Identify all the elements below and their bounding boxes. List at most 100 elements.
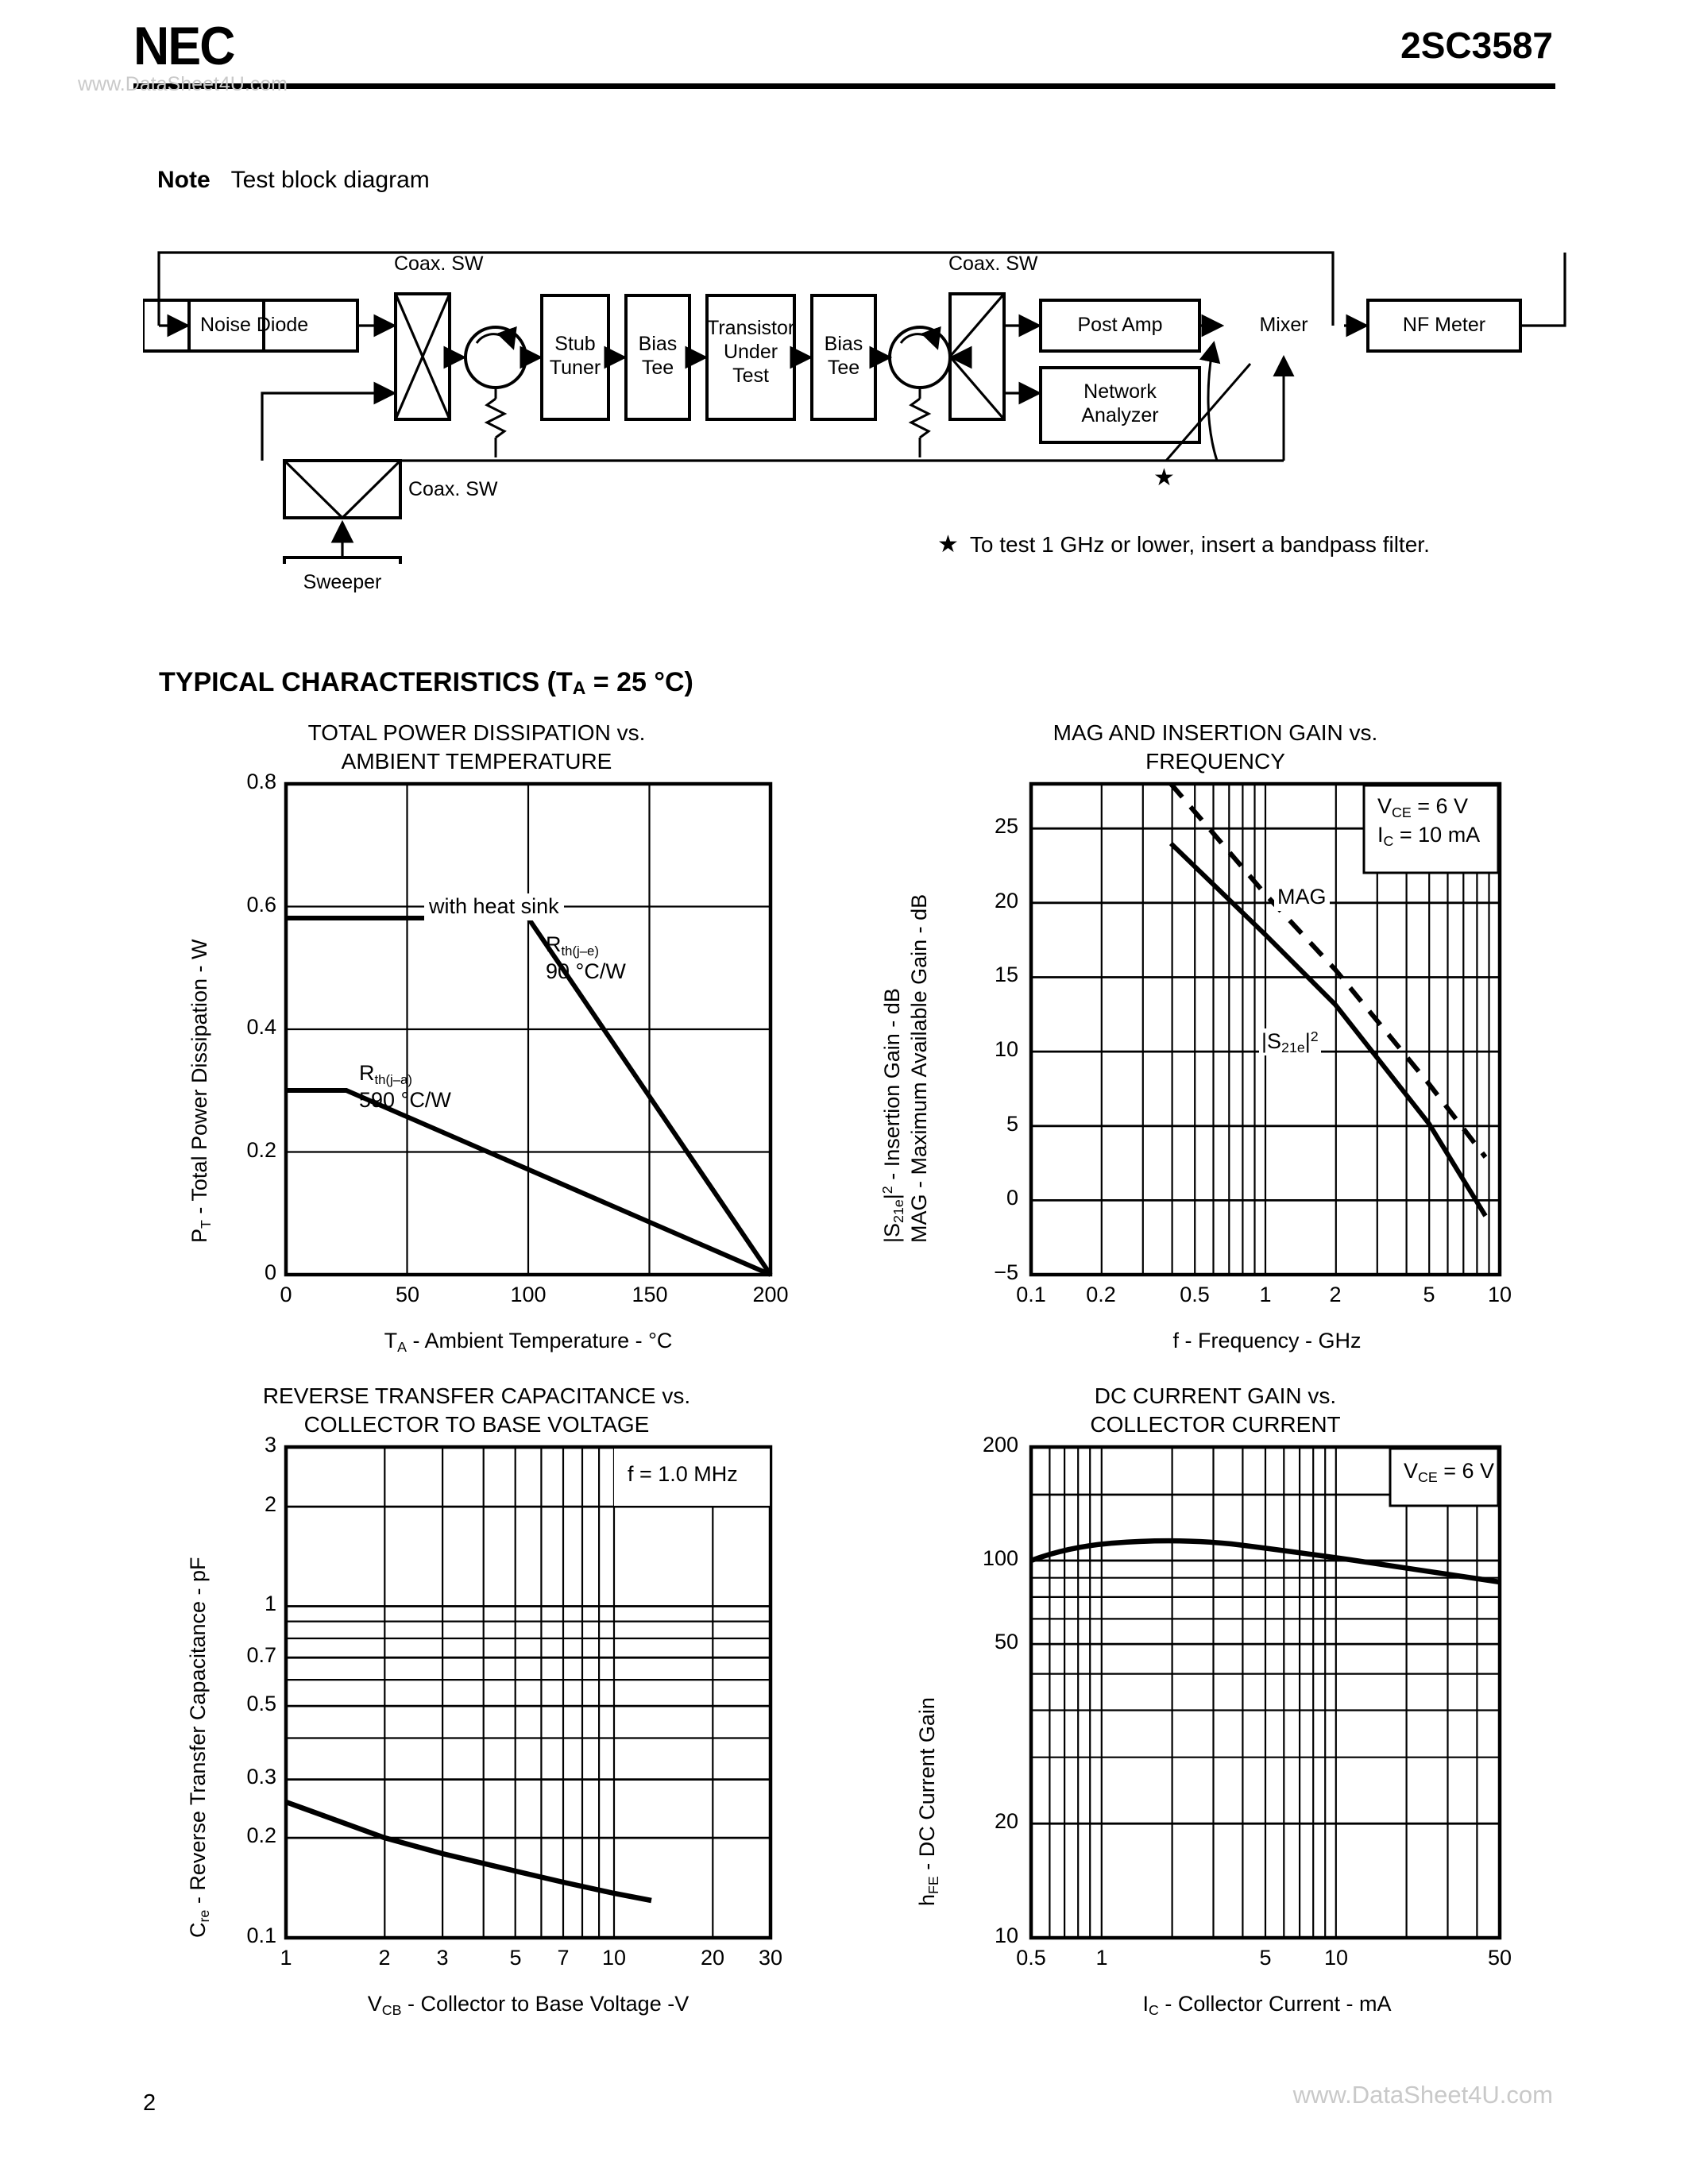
chart1-ytick-4: 0 <box>264 1260 276 1284</box>
chart3-ytick-03: 0.3 <box>246 1765 276 1788</box>
coax-sw-label-1: Coax. SW <box>394 253 484 275</box>
chart4-ylabel: hFE - DC Current Gain <box>915 1697 941 1906</box>
block-diagram-svg <box>143 251 1566 564</box>
block-label-bias-tee-1: Bias Tee <box>626 332 689 380</box>
bias-tee2-line2: Tee <box>827 357 860 379</box>
stub-tuner-line1: Stub <box>554 333 596 355</box>
chart3-ytick-07: 0.7 <box>246 1643 276 1667</box>
chart4-ytick-100: 100 <box>982 1546 1018 1570</box>
chart-mag-insertion-gain: MAG AND INSERTION GAIN vs. FREQUENCY 25 … <box>879 719 1525 1352</box>
diagram-footnote: ★ To test 1 GHz or lower, insert a bandpa… <box>937 531 1430 558</box>
chart2-cond-v: V <box>1377 794 1393 818</box>
chart2-cond-c: C <box>1383 833 1394 850</box>
typical-characteristics-title: TYPICAL CHARACTERISTICS (TA = 25 °C) <box>159 667 693 698</box>
chart4-ytick-20: 20 <box>994 1809 1018 1833</box>
chart4-cond-v: V <box>1404 1459 1419 1483</box>
chart1-ann1-line2: 90 °C/W <box>546 959 626 983</box>
dut-line2: Under <box>723 341 778 363</box>
tc-title-tail: = 25 °C) <box>585 667 693 697</box>
chart1-ann2-r: R <box>359 1061 375 1085</box>
chart1-xtick-0: 0 <box>280 1283 292 1306</box>
chart1-ann1-sub: th(j–e) <box>561 943 599 959</box>
chart3-ytick-2: 2 <box>264 1492 276 1516</box>
chart2-xtick-5: 5 <box>1423 1283 1435 1306</box>
chart4-ylabel-sym: h <box>915 1893 939 1906</box>
chart2-ytick-15: 15 <box>994 963 1018 986</box>
page-header: NEC 2SC3587 www.DataSheet4U.com <box>0 0 1688 95</box>
chart1-xlabel-tail: - Ambient Temperature - °C <box>406 1329 673 1352</box>
watermark-top: www.DataSheet4U.com <box>78 73 288 95</box>
coax-sw-label-3: Coax. SW <box>408 478 498 500</box>
chart1-ann-rth-ja: Rth(j–a) 590 °C/W <box>359 1060 451 1114</box>
chart1-xtick-2: 100 <box>510 1283 547 1306</box>
header-divider <box>133 83 1555 89</box>
chart1-xlabel: TA - Ambient Temperature - °C <box>278 1329 778 1355</box>
chart2-cond-val: = 6 V <box>1411 794 1469 818</box>
chart2-xtick-0: 0.1 <box>1016 1283 1046 1306</box>
chart4-ylabel-tail: - DC Current Gain <box>915 1697 939 1877</box>
star-marker-icon: ★ <box>1153 465 1175 491</box>
block-label-transistor-under-test: Transistor Under Test <box>707 316 794 388</box>
chart1-ytick-1: 0.6 <box>246 893 276 916</box>
chart4-xlabel-sym: I <box>1142 1992 1149 2016</box>
chart3-ytick-05: 0.5 <box>246 1692 276 1715</box>
chart3-ytick-1: 1 <box>264 1592 276 1615</box>
chart1-ylabel-sub: T <box>197 1220 214 1229</box>
chart2-ytick-5: 5 <box>1006 1112 1018 1136</box>
chart2-ytick-m5: −5 <box>994 1260 1018 1284</box>
chart2-yl1-a: |S <box>880 1222 904 1243</box>
chart4-ytick-50: 50 <box>994 1630 1018 1653</box>
chart2-yl1-sub: 21e <box>890 1199 906 1223</box>
block-label-network-analyzer: Network Analyzer <box>1041 380 1199 427</box>
dut-line1: Transistor <box>707 317 795 339</box>
chart3-xtick-20: 20 <box>700 1946 725 1970</box>
page-number: 2 <box>143 2090 156 2116</box>
chart1-ann2-sub: th(j–a) <box>374 1071 412 1087</box>
chart3-xlabel: VCB - Collector to Base Voltage -V <box>278 1992 778 2018</box>
chart4-ytick-10: 10 <box>994 1924 1018 1947</box>
chart3-xtick-2: 2 <box>378 1946 391 1970</box>
chart2-ytick-0: 0 <box>1006 1186 1018 1210</box>
stub-tuner-line2: Tuner <box>549 357 601 379</box>
chart2-cond-ic: IC = 10 mA <box>1377 820 1480 849</box>
block-label-sweeper: Sweeper <box>303 571 382 593</box>
chart3-ylabel-sym: C <box>186 1922 210 1939</box>
nec-logo: NEC <box>133 16 235 76</box>
chart1-xlabel-sym: T <box>384 1329 398 1352</box>
block-label-noise-diode: Noise Diode <box>200 314 309 336</box>
chart-reverse-transfer-capacitance: REVERSE TRANSFER CAPACITANCE vs. COLLECT… <box>159 1382 794 2018</box>
chart2-ylabel-line2: MAG - Maximum Available Gain - dB <box>907 893 931 1243</box>
chart2-cond-ce: CE <box>1392 804 1412 820</box>
tc-title-sub: A <box>572 677 586 698</box>
chart2-cond-i: I <box>1377 823 1384 847</box>
bias-tee1-line1: Bias <box>638 333 678 355</box>
chart2-ann-mag: MAG <box>1274 884 1330 911</box>
chart3-ytick-3: 3 <box>264 1433 276 1457</box>
chart4-condition-vce: VCE = 6 V <box>1404 1458 1494 1485</box>
chart3-ytick-01: 0.1 <box>246 1924 276 1947</box>
chart4-xtick-05: 0.5 <box>1016 1946 1046 1970</box>
chart2-xlabel: f - Frequency - GHz <box>1172 1329 1362 1352</box>
chart3-xlabel-sub: CB <box>381 2001 402 2018</box>
chart4-ylabel-sub: FE <box>925 1876 941 1894</box>
bias-tee2-line1: Bias <box>824 333 863 355</box>
chart1-ann2-line2: 590 °C/W <box>359 1087 451 1112</box>
chart2-ann-s21e: |S21e|2 <box>1259 1028 1321 1055</box>
chart2-cond-vce: VCE = 6 V <box>1377 792 1480 820</box>
bias-tee1-line2: Tee <box>641 357 674 379</box>
note-text: Test block diagram <box>230 167 430 193</box>
chart3-xlabel-tail: - Collector to Base Voltage -V <box>401 1992 689 2016</box>
chart3-condition-frequency: f = 1.0 MHz <box>628 1462 738 1486</box>
block-label-nf-meter: NF Meter <box>1402 314 1486 336</box>
chart1-ylabel-sym: P <box>187 1228 211 1243</box>
chart3-xtick-7: 7 <box>557 1946 570 1970</box>
chart3-ytick-02: 0.2 <box>246 1823 276 1847</box>
chart4-ytick-200: 200 <box>982 1433 1018 1457</box>
chart4-xlabel-sub: C <box>1149 2001 1159 2018</box>
chart2-ann2-a: |S <box>1261 1029 1282 1053</box>
part-number: 2SC3587 <box>1400 25 1553 66</box>
chart3-ylabel: Cre - Reverse Transfer Capacitance - pF <box>186 1557 212 1939</box>
chart2-ytick-10: 10 <box>994 1037 1018 1061</box>
chart3-xtick-3: 3 <box>436 1946 449 1970</box>
chart1-ann-rth-je: Rth(j–e) 90 °C/W <box>546 932 626 986</box>
